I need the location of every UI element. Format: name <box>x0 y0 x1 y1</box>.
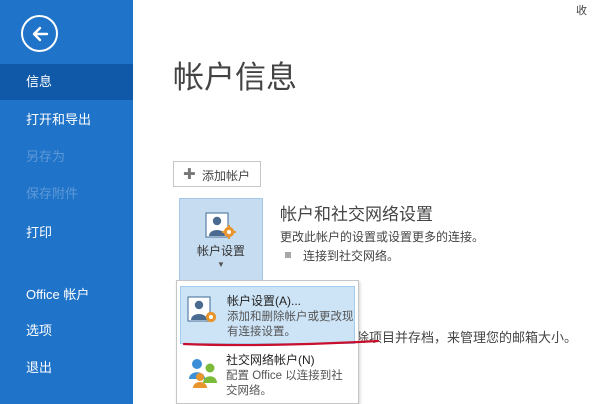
bullet-icon <box>285 252 291 258</box>
account-settings-label: 帐户设置 <box>196 244 245 258</box>
sidebar-item-print[interactable]: 打印 <box>0 215 133 251</box>
add-account-button[interactable]: ✚ 添加帐户 <box>173 161 261 187</box>
mailbox-cleanup-text: 除项目并存档，来管理您的邮箱大小。 <box>356 330 578 345</box>
add-account-label: 添加帐户 <box>202 169 251 183</box>
sidebar-item-exit[interactable]: 退出 <box>0 350 133 386</box>
back-arrow-icon <box>32 26 49 42</box>
menu-item-title: 社交网络帐户(N) <box>226 353 315 367</box>
plus-icon: ✚ <box>183 166 196 183</box>
section-description: 更改此帐户的设置或设置更多的连接。 <box>280 230 485 244</box>
menu-item-description: 配置 Office 以连接到社交网络。 <box>226 370 343 397</box>
collapse-label[interactable]: 收 <box>576 2 587 18</box>
account-settings-icon <box>205 212 236 239</box>
sidebar-item-options[interactable]: 选项 <box>0 313 133 349</box>
sidebar-item-info[interactable]: 信息 <box>0 64 133 100</box>
dropdown-arrow-icon: ▼ <box>217 260 225 269</box>
sidebar-item-office-account[interactable]: Office 帐户 <box>0 277 133 313</box>
menu-item-description: 添加和删除帐户或更改现有连接设置。 <box>227 311 354 338</box>
sidebar-item-save-attachments[interactable]: 保存附件 <box>0 176 133 212</box>
back-button[interactable] <box>21 15 58 52</box>
page-title: 帐户信息 <box>173 60 297 95</box>
red-annotation-underline <box>183 339 379 347</box>
menu-item-social-network-accounts[interactable]: 社交网络帐户(N) 配置 Office 以连接到社交网络。 <box>180 346 355 404</box>
social-network-icon <box>189 359 217 388</box>
menu-item-title: 帐户设置(A)... <box>227 294 301 308</box>
backstage-sidebar: 信息 打开和导出 另存为 保存附件 打印 Office 帐户 选项 退出 <box>0 0 133 404</box>
bullet-text: 连接到社交网络。 <box>303 249 400 263</box>
sidebar-item-open-export[interactable]: 打开和导出 <box>0 102 133 138</box>
menu-item-account-settings[interactable]: 帐户设置(A)... 添加和删除帐户或更改现有连接设置。 <box>180 286 355 344</box>
account-settings-icon <box>187 296 217 323</box>
section-heading: 帐户和社交网络设置 <box>280 205 433 224</box>
sidebar-item-save-as[interactable]: 另存为 <box>0 139 133 175</box>
account-settings-button[interactable]: 帐户设置 ▼ <box>179 198 263 282</box>
